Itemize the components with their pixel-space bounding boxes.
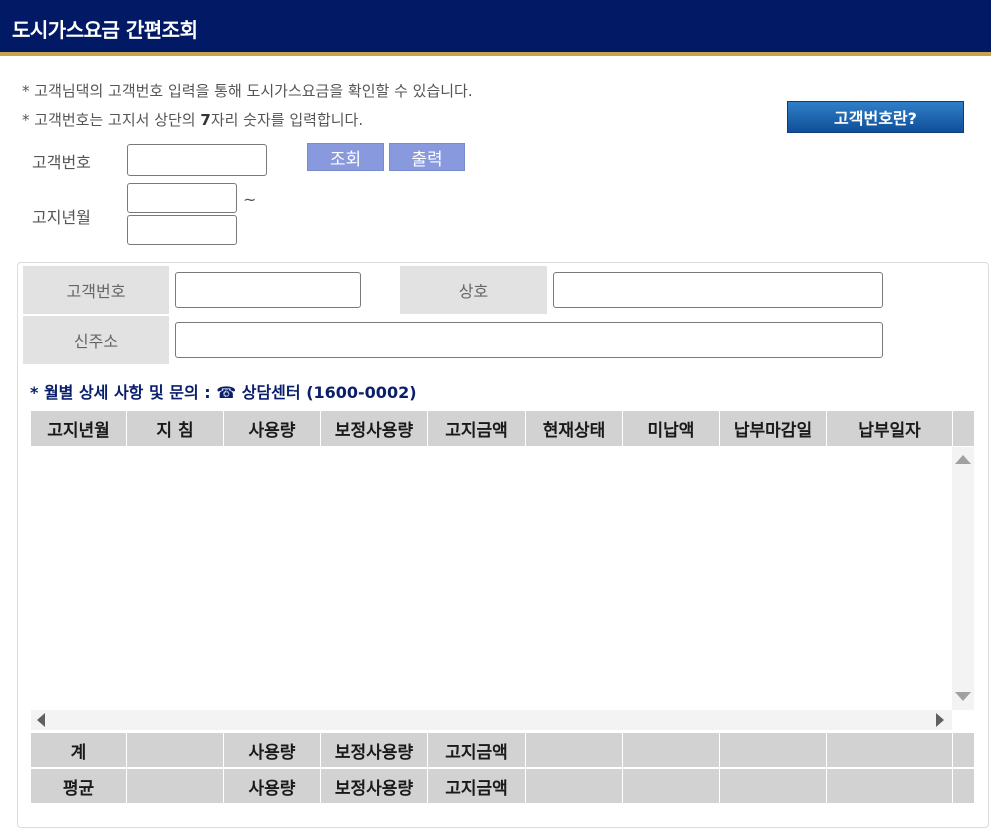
header-cell: 지 침 xyxy=(127,411,224,446)
info-company-label: 상호 xyxy=(400,266,547,314)
notice-line-2-suffix: 자리 숫자를 입력합니다. xyxy=(210,111,364,129)
title-bar: 도시가스요금 간편조회 xyxy=(0,0,991,56)
header-cell: 고지년월 xyxy=(31,411,127,446)
notice-line-1: * 고객님댁의 고객번호 입력을 통해 도시가스요금을 확인할 수 있습니다. xyxy=(22,82,473,100)
average-cell: 사용량 xyxy=(224,769,321,803)
average-cell xyxy=(720,769,827,803)
table-header: 고지년월 지 침 사용량 보정사용량 고지금액 현재상태 미납액 납부마감일 납부일자 xyxy=(31,411,974,446)
scroll-left-icon[interactable] xyxy=(37,713,45,727)
total-cell: 계 xyxy=(31,733,127,767)
notice-line-2-prefix: * 고객번호는 고지서 상단의 xyxy=(22,111,201,129)
total-cell xyxy=(720,733,827,767)
inquiry-notice: * 월별 상세 사항 및 문의 : ☎ 상담센터 (1600-0002) xyxy=(30,383,417,402)
table-average-row: 평균 사용량 보정사용량 고지금액 xyxy=(31,769,974,803)
scroll-down-icon[interactable] xyxy=(955,692,971,701)
scroll-up-icon[interactable] xyxy=(955,455,971,464)
header-cell: 보정사용량 xyxy=(321,411,428,446)
header-cell: 미납액 xyxy=(623,411,720,446)
page-title: 도시가스요금 간편조회 xyxy=(12,18,198,42)
total-cell xyxy=(127,733,224,767)
table-body xyxy=(31,447,952,710)
average-cell: 보정사용량 xyxy=(321,769,428,803)
notice-line-2-digits: 7 xyxy=(200,111,211,129)
query-button[interactable]: 조회 xyxy=(307,143,384,171)
total-cell xyxy=(827,733,953,767)
total-cell: 보정사용량 xyxy=(321,733,428,767)
scroll-right-icon[interactable] xyxy=(936,713,944,727)
average-cell: 평균 xyxy=(31,769,127,803)
bill-month-label: 고지년월 xyxy=(32,208,91,227)
info-address-label: 신주소 xyxy=(23,316,169,364)
total-cell: 사용량 xyxy=(224,733,321,767)
average-cell xyxy=(526,769,623,803)
average-cell xyxy=(127,769,224,803)
customer-number-label: 고객번호 xyxy=(32,153,91,172)
customer-number-input[interactable] xyxy=(127,144,267,176)
average-cell xyxy=(827,769,953,803)
customer-number-help-button[interactable]: 고객번호란? xyxy=(787,101,964,133)
notice-line-2: * 고객번호는 고지서 상단의 7자리 숫자를 입력합니다. xyxy=(22,109,363,130)
info-customer-number-field[interactable] xyxy=(175,272,361,308)
total-cell: 고지금액 xyxy=(428,733,526,767)
total-cell xyxy=(526,733,623,767)
print-button[interactable]: 출력 xyxy=(389,143,465,171)
range-tilde: ~ xyxy=(243,190,257,209)
average-cell xyxy=(953,769,974,803)
header-cell: 현재상태 xyxy=(526,411,623,446)
header-cell: 납부일자 xyxy=(827,411,953,446)
average-cell xyxy=(623,769,720,803)
header-cell: 납부마감일 xyxy=(720,411,827,446)
header-cell: 고지금액 xyxy=(428,411,526,446)
header-cell xyxy=(953,411,974,446)
total-cell xyxy=(953,733,974,767)
table-total-row: 계 사용량 보정사용량 고지금액 xyxy=(31,733,974,767)
horizontal-scrollbar[interactable] xyxy=(31,710,952,730)
info-customer-number-label: 고객번호 xyxy=(23,266,169,314)
vertical-scrollbar[interactable] xyxy=(952,447,974,710)
info-company-field[interactable] xyxy=(553,272,883,308)
header-cell: 사용량 xyxy=(224,411,321,446)
total-cell xyxy=(623,733,720,767)
bill-month-to-input[interactable] xyxy=(127,215,237,245)
info-address-field[interactable] xyxy=(175,322,883,358)
bill-month-from-input[interactable] xyxy=(127,183,237,213)
average-cell: 고지금액 xyxy=(428,769,526,803)
